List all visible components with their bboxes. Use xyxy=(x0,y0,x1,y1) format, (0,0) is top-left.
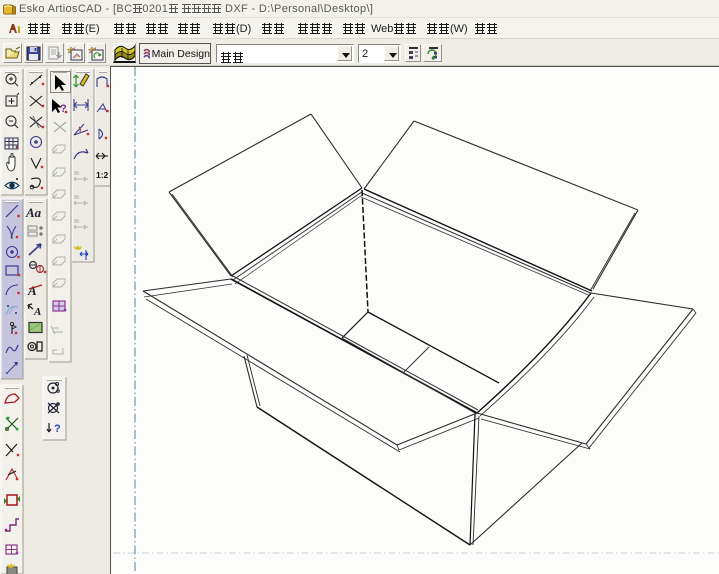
svg-text:?: ? xyxy=(54,423,61,435)
svg-text:A: A xyxy=(33,306,41,318)
svg-text:A: A xyxy=(27,283,37,298)
svg-text:Aa: Aa xyxy=(25,205,42,220)
svg-text:1:2: 1:2 xyxy=(96,170,109,180)
